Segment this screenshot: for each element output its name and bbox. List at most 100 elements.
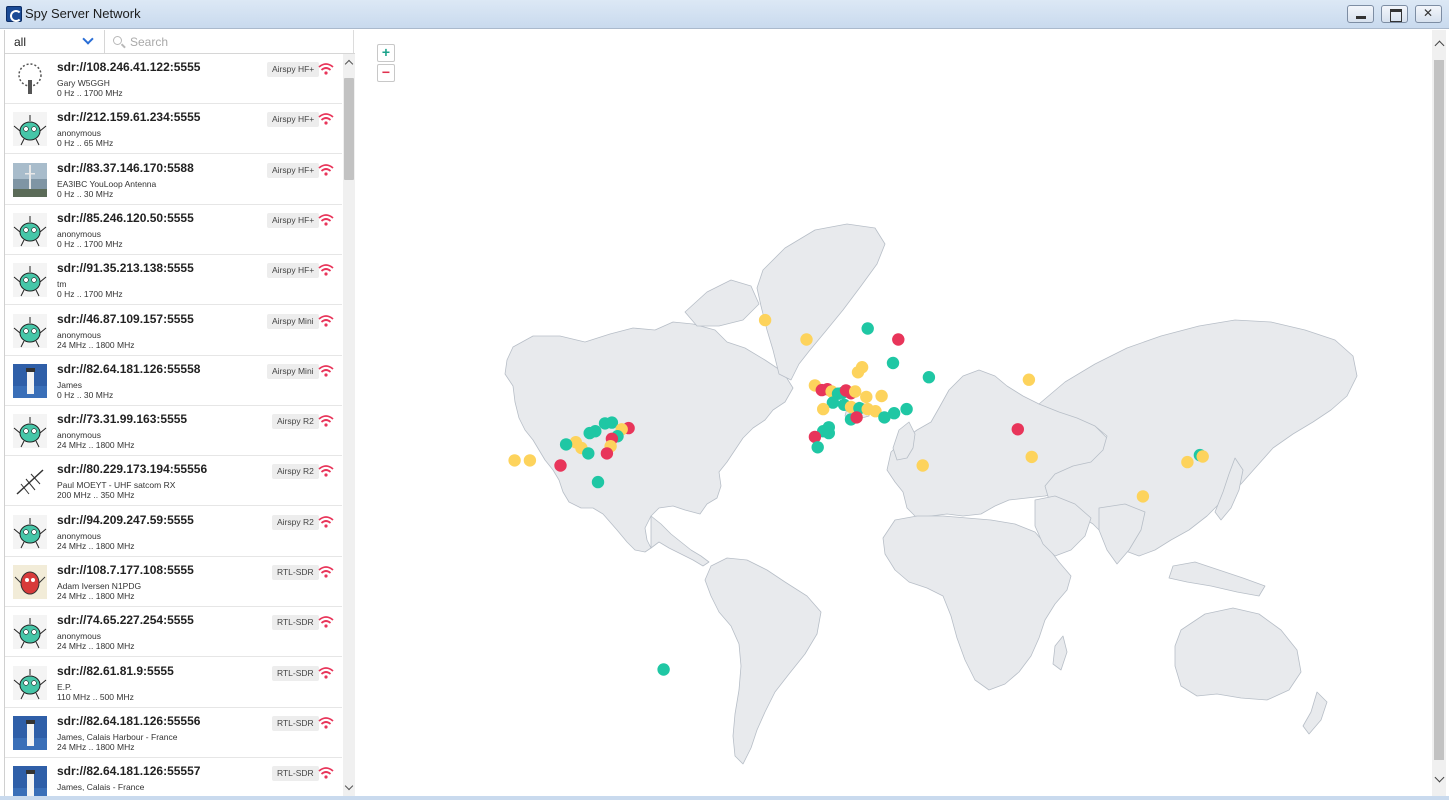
server-list-item[interactable]: sdr://74.65.227.254:5555 anonymous 24 MHz … <box>5 607 342 658</box>
spy-mascot-avatar <box>13 313 47 348</box>
server-marker[interactable] <box>582 447 595 460</box>
wifi-signal-icon <box>318 213 334 227</box>
zoom-in-button[interactable]: + <box>377 44 395 62</box>
server-list-item[interactable]: sdr://73.31.99.163:5555 anonymous 24 MHz .… <box>5 406 342 457</box>
tree-avatar <box>13 62 47 96</box>
server-list-item[interactable]: sdr://212.159.61.234:5555 anonymous 0 Hz .… <box>5 104 342 155</box>
server-list-item[interactable]: sdr://91.35.213.138:5555 tm 0 Hz .. 1700 M… <box>5 255 342 306</box>
window-title: Spy Server Network <box>25 6 141 21</box>
greenland-landmass <box>756 223 886 381</box>
scroll-thumb[interactable] <box>344 78 354 180</box>
scroll-down-arrow-icon[interactable] <box>1432 768 1446 796</box>
server-marker[interactable] <box>1011 423 1024 436</box>
server-marker[interactable] <box>758 313 772 327</box>
server-url: sdr://83.37.146.170:5588 <box>57 160 194 175</box>
server-owner: tm <box>57 279 67 290</box>
close-icon[interactable] <box>1415 5 1442 23</box>
server-list-item[interactable]: sdr://83.37.146.170:5588 EA3IBC YouLoop A… <box>5 155 342 205</box>
server-marker[interactable] <box>583 426 596 440</box>
server-marker[interactable] <box>850 411 863 424</box>
server-marker[interactable] <box>1181 455 1194 469</box>
north-america-landmass <box>504 321 794 553</box>
server-url: sdr://108.7.177.108:5555 <box>57 563 194 577</box>
server-list-item[interactable]: sdr://82.64.181.126:55557 James, Calais -… <box>5 758 342 796</box>
server-marker[interactable] <box>861 322 874 335</box>
arctic-islands <box>684 279 760 327</box>
world-map-panel[interactable]: + − <box>355 30 1432 796</box>
server-list-item[interactable]: sdr://85.246.120.50:5555 anonymous 0 Hz ..… <box>5 205 342 255</box>
server-marker[interactable] <box>851 366 865 379</box>
server-marker[interactable] <box>922 371 936 384</box>
server-owner: anonymous <box>57 329 101 340</box>
server-owner: anonymous <box>57 430 101 441</box>
server-marker[interactable] <box>508 454 521 467</box>
server-marker[interactable] <box>1022 373 1036 386</box>
server-marker[interactable] <box>811 441 824 454</box>
server-marker[interactable] <box>886 356 900 370</box>
server-marker[interactable] <box>559 438 573 451</box>
server-list-item[interactable]: sdr://80.229.173.194:55556 Paul MOEYT - U… <box>5 456 342 507</box>
server-frequency-range: 200 MHz .. 350 MHz <box>57 490 135 501</box>
device-type-badge: Airspy HF+ <box>267 263 320 279</box>
wifi-signal-icon <box>318 62 334 76</box>
server-marker[interactable] <box>1196 450 1209 463</box>
server-list-item[interactable]: sdr://46.87.109.157:5555 anonymous 24 MHz … <box>5 306 342 356</box>
server-frequency-range: 24 MHz .. 1800 MHz <box>57 540 135 551</box>
device-type-badge: Airspy R2 <box>272 514 319 530</box>
server-owner: Paul MOEYT - UHF satcom RX <box>57 480 176 491</box>
server-marker[interactable] <box>600 447 614 460</box>
server-url: sdr://80.229.173.194:55556 <box>57 462 208 477</box>
server-marker[interactable] <box>554 459 567 472</box>
server-marker[interactable] <box>900 402 913 416</box>
server-url: sdr://82.64.181.126:55557 <box>57 764 201 779</box>
server-marker[interactable] <box>1136 490 1150 503</box>
maximize-icon[interactable] <box>1381 5 1408 23</box>
map-scroll-thumb[interactable] <box>1434 60 1444 760</box>
minimize-icon[interactable] <box>1347 5 1374 23</box>
server-marker[interactable] <box>878 411 891 424</box>
search-box <box>105 30 355 54</box>
server-marker[interactable] <box>860 390 873 404</box>
server-marker[interactable] <box>657 663 670 676</box>
central-america-landmass <box>650 515 710 567</box>
server-owner: James, Calais - France <box>57 782 145 793</box>
device-type-badge: RTL-SDR <box>272 565 319 580</box>
server-marker[interactable] <box>523 454 537 467</box>
search-input[interactable] <box>130 32 345 52</box>
wifi-signal-icon <box>318 716 334 730</box>
server-frequency-range: 24 MHz .. 1800 MHz <box>57 339 135 350</box>
server-marker[interactable] <box>1025 450 1038 464</box>
server-marker[interactable] <box>591 475 605 489</box>
server-frequency-range: 0 Hz .. 1700 MHz <box>57 88 123 98</box>
server-marker[interactable] <box>875 389 888 403</box>
server-owner: EA3IBC YouLoop Antenna <box>57 178 157 189</box>
server-frequency-range: 110 MHz .. 500 MHz <box>57 691 134 702</box>
spy-server-app-icon <box>6 6 22 22</box>
server-marker[interactable] <box>800 333 813 346</box>
scroll-up-arrow-icon[interactable] <box>1432 30 1446 58</box>
device-type-badge: Airspy Mini <box>267 313 319 329</box>
server-list-item[interactable]: sdr://82.64.181.126:55556 James, Calais H… <box>5 708 342 758</box>
wifi-signal-icon <box>318 163 334 177</box>
wifi-signal-icon <box>318 414 334 428</box>
server-marker[interactable] <box>892 333 905 346</box>
server-list-item[interactable]: sdr://82.64.181.126:55558 James 0 Hz .. 30… <box>5 356 342 406</box>
map-scrollbar[interactable] <box>1432 30 1446 796</box>
server-url: sdr://82.61.81.9:5555 <box>57 663 174 678</box>
server-list-item[interactable]: sdr://82.61.81.9:5555 E.P. 110 MHz .. 500 … <box>5 658 342 708</box>
server-marker[interactable] <box>916 459 929 472</box>
server-list-item[interactable]: sdr://108.246.41.122:5555 Gary W5GGH 0 Hz … <box>5 54 342 104</box>
server-url: sdr://212.159.61.234:5555 <box>57 110 201 125</box>
server-owner: James, Calais Harbour - France <box>57 731 178 742</box>
world-map[interactable] <box>355 30 1432 796</box>
zoom-out-button[interactable]: − <box>377 64 395 82</box>
scroll-up-arrow-icon[interactable] <box>343 54 355 70</box>
device-filter-select[interactable]: all <box>5 30 105 54</box>
server-list-item[interactable]: sdr://94.209.247.59:5555 anonymous 24 MHz … <box>5 507 342 557</box>
scroll-down-arrow-icon[interactable] <box>343 780 355 796</box>
server-marker[interactable] <box>808 430 822 444</box>
server-marker[interactable] <box>817 402 830 416</box>
server-list-item[interactable]: sdr://108.7.177.108:5555 Adam Iversen N1P… <box>5 557 342 607</box>
server-marker[interactable] <box>849 385 862 398</box>
server-list-scrollbar[interactable] <box>343 54 355 796</box>
